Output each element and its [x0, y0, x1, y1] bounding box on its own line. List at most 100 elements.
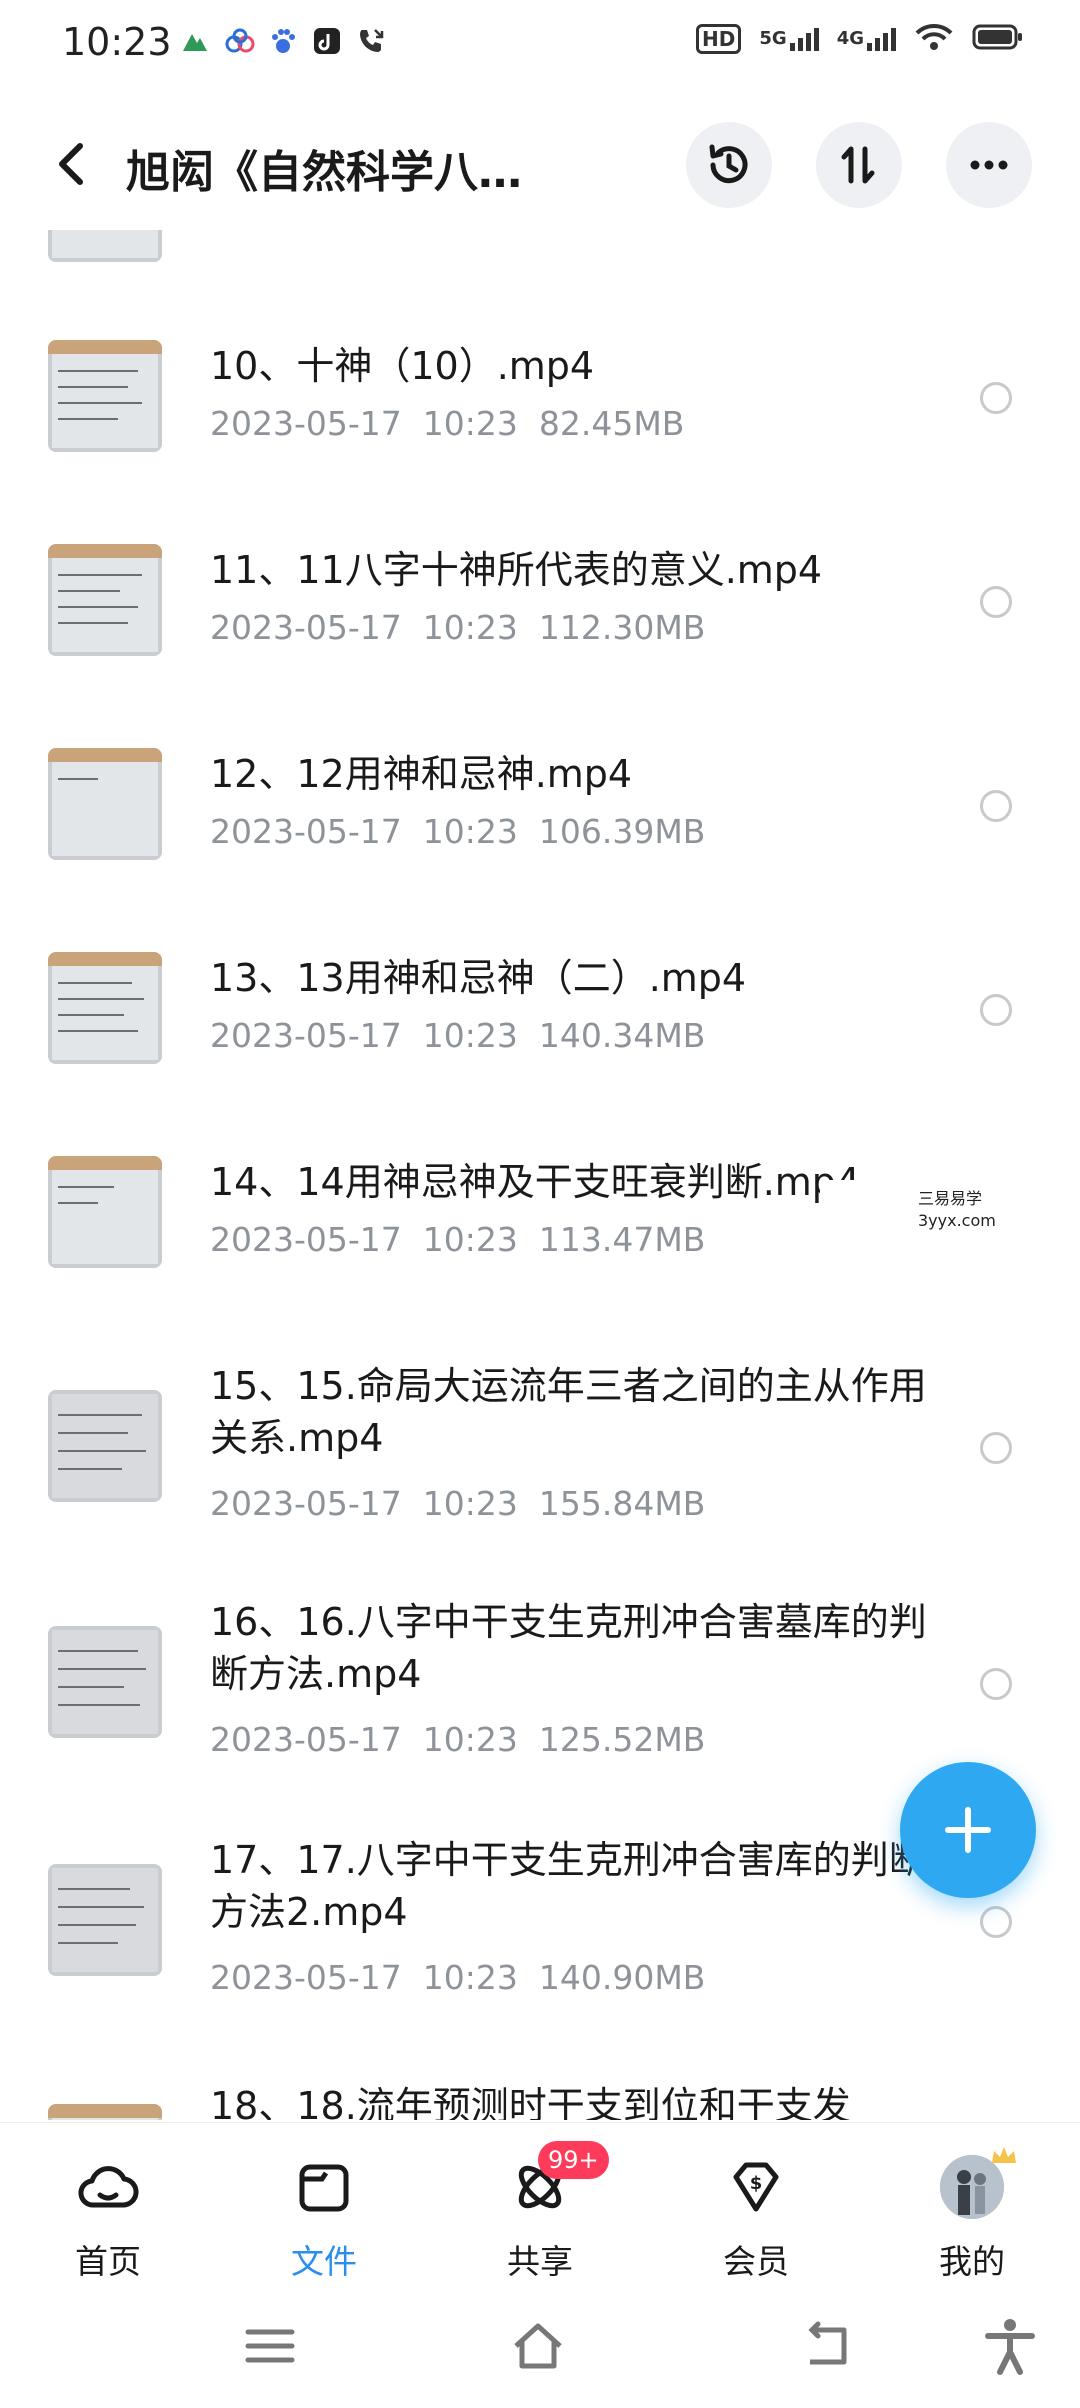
cloud-home-icon — [78, 2166, 139, 2208]
svg-text:$: $ — [750, 2173, 763, 2194]
select-radio[interactable] — [980, 1432, 1012, 1464]
cloud-app-icon — [224, 26, 255, 56]
folder-title: 旭闳《自然科学八… — [126, 147, 522, 198]
back-arrow-icon — [59, 143, 83, 185]
crown-icon — [992, 2147, 1016, 2163]
file-thumbnail — [48, 2104, 162, 2120]
add-button[interactable] — [900, 1762, 1036, 1898]
file-name: 15、15.命局大运流年三者之间的主从作用关系.mp4 — [210, 1364, 927, 1460]
nav-files-label: 文件 — [291, 2242, 357, 2281]
file-date: 2023-05-17 — [210, 1484, 402, 1523]
more-button[interactable] — [946, 122, 1032, 208]
status-bar: 10:23 HD 5G 4G — [0, 0, 1080, 86]
sort-icon — [841, 146, 875, 184]
plus-icon — [945, 1807, 991, 1853]
system-nav-bar — [0, 2286, 1080, 2408]
nav-me-label: 我的 — [939, 2242, 1005, 2281]
file-meta: 2023-05-17 10:23 125.52MB — [210, 1720, 705, 1759]
back-button[interactable] — [48, 134, 98, 194]
file-thumbnail — [48, 748, 162, 860]
sort-button[interactable] — [816, 122, 902, 208]
file-size: 82.45MB — [538, 404, 685, 443]
hd-icon: HD — [696, 24, 742, 54]
file-meta: 2023-05-17 10:23 112.30MB — [210, 608, 705, 647]
mountain-app-icon — [180, 26, 210, 56]
file-meta: 2023-05-17 10:23 82.45MB — [210, 404, 684, 443]
file-size: 113.47MB — [538, 1220, 706, 1259]
more-icon — [970, 160, 1008, 170]
select-radio[interactable] — [980, 1668, 1012, 1700]
file-meta: 2023-05-17 10:23 106.39MB — [210, 812, 705, 851]
file-time: 10:23 — [422, 1220, 518, 1259]
signal-4g-icon: 4G — [837, 27, 896, 51]
file-row[interactable]: 13、13用神和忌神（二）.mp4 2023-05-17 10:23 140.3… — [0, 952, 1080, 1152]
paw-app-icon — [268, 26, 298, 56]
file-name: 13、13用神和忌神（二）.mp4 — [210, 956, 747, 1000]
history-button[interactable] — [686, 122, 772, 208]
folder-icon — [299, 2164, 349, 2212]
status-notification-icons — [180, 26, 386, 56]
file-meta: 2023-05-17 10:23 140.90MB — [210, 1958, 705, 1997]
file-row[interactable]: 18、18.流年预测时干支到位和干支发 — [0, 2080, 1080, 2120]
nav-me[interactable]: 我的 — [902, 2123, 1042, 2287]
file-meta: 2023-05-17 10:23 155.84MB — [210, 1484, 705, 1523]
file-name: 17、17.八字中干支生克刑冲合害库的判断方法2.mp4 — [210, 1838, 927, 1934]
signal-5g-icon: 5G — [759, 27, 819, 51]
file-size: 106.39MB — [538, 812, 706, 851]
select-radio[interactable] — [980, 1906, 1012, 1938]
file-time: 10:23 — [422, 812, 518, 851]
file-time: 10:23 — [422, 404, 518, 443]
watermark-line-2: 3yyx.com — [918, 1211, 996, 1230]
battery-icon — [972, 22, 1024, 56]
file-thumbnail — [48, 544, 162, 656]
file-meta: 2023-05-17 10:23 113.47MB — [210, 1220, 705, 1259]
file-row[interactable]: 11、11八字十神所代表的意义.mp4 2023-05-17 10:23 112… — [0, 544, 1080, 744]
file-row[interactable]: 12、12用神和忌神.mp4 2023-05-17 10:23 106.39MB — [0, 748, 1080, 948]
file-date: 2023-05-17 — [210, 812, 402, 851]
accessibility-icon[interactable] — [980, 2316, 1040, 2376]
file-time: 10:23 — [422, 1016, 518, 1055]
watermark-line-1: 三易易学 — [918, 1189, 983, 1208]
select-radio[interactable] — [980, 994, 1012, 1026]
file-time: 10:23 — [422, 1720, 518, 1759]
file-meta: 2023-05-17 10:23 140.34MB — [210, 1016, 705, 1055]
select-radio[interactable] — [980, 790, 1012, 822]
file-name: 11、11八字十神所代表的意义.mp4 — [210, 548, 823, 592]
file-date: 2023-05-17 — [210, 1720, 402, 1759]
file-date: 2023-05-17 — [210, 608, 402, 647]
nav-member[interactable]: $ 会员 — [686, 2123, 826, 2287]
file-date: 2023-05-17 — [210, 404, 402, 443]
file-size: 112.30MB — [538, 608, 706, 647]
file-thumbnail — [48, 1390, 162, 1502]
bottom-nav: 首页 文件 99+ 共享 $ 会员 我的 — [0, 2122, 1080, 2286]
header: 旭闳《自然科学八… — [0, 100, 1080, 230]
nav-files[interactable]: 文件 — [254, 2123, 394, 2287]
home-icon[interactable] — [508, 2316, 568, 2376]
file-row[interactable]: 15、15.命局大运流年三者之间的主从作用关系.mp4 2023-05-17 1… — [0, 1360, 1080, 1596]
nav-share[interactable]: 99+ 共享 — [470, 2123, 610, 2287]
file-name: 10、十神（10）.mp4 — [210, 344, 595, 388]
file-size: 140.34MB — [538, 1016, 706, 1055]
missed-call-icon — [356, 26, 386, 56]
file-date: 2023-05-17 — [210, 1220, 402, 1259]
file-thumbnail — [48, 1864, 162, 1976]
back-nav-icon[interactable] — [796, 2316, 856, 2376]
file-time: 10:23 — [422, 608, 518, 647]
file-time: 10:23 — [422, 1484, 518, 1523]
file-row[interactable]: 10、十神（10）.mp4 2023-05-17 10:23 82.45MB — [0, 340, 1080, 540]
nav-member-label: 会员 — [723, 2242, 789, 2281]
menu-icon[interactable] — [240, 2316, 300, 2376]
select-radio[interactable] — [980, 382, 1012, 414]
file-name: 18、18.流年预测时干支到位和干支发 — [210, 2084, 851, 2120]
share-badge: 99+ — [538, 2141, 609, 2179]
file-size: 125.52MB — [538, 1720, 706, 1759]
file-thumbnail — [48, 230, 162, 262]
nav-home-label: 首页 — [75, 2242, 141, 2281]
select-radio[interactable] — [980, 586, 1012, 618]
nav-home[interactable]: 首页 — [38, 2123, 178, 2287]
tiktok-app-icon — [312, 26, 342, 56]
file-thumbnail — [48, 952, 162, 1064]
file-time: 10:23 — [422, 1958, 518, 1997]
nav-share-label: 共享 — [507, 2242, 573, 2281]
file-thumbnail — [48, 1626, 162, 1738]
